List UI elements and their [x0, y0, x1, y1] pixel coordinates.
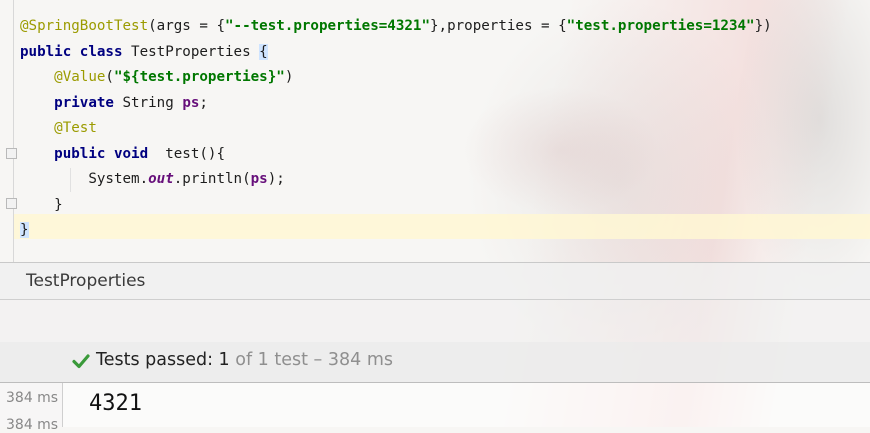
console-output-pane[interactable]: 4321 [63, 383, 870, 427]
code-token: ; [199, 94, 208, 111]
code-token: test(){ [156, 145, 226, 162]
code-editor[interactable]: @SpringBootTest(args = {"--test.properti… [0, 0, 870, 262]
code-line[interactable]: private String ps; [20, 91, 772, 117]
code-token: public class [20, 43, 132, 60]
code-token: "--test.properties=4321" [225, 18, 430, 34]
code-token: } [20, 196, 63, 213]
code-token: } [20, 222, 29, 238]
run-config-title[interactable]: TestProperties [26, 271, 145, 291]
code-token: "test.properties=1234" [566, 18, 755, 34]
tree-row-time[interactable]: 384 ms [6, 417, 58, 433]
status-label: Tests passed: [96, 350, 219, 370]
status-count: 1 [218, 350, 230, 370]
code-token: (args = { [148, 18, 225, 34]
code-token: System. [20, 171, 149, 187]
code-token: .println( [173, 171, 251, 187]
code-line[interactable]: } [20, 193, 772, 219]
code-token: @Value [54, 69, 106, 85]
code-token: { [259, 43, 268, 60]
test-status-bar: Tests passed: 1 of 1 test – 384 ms [0, 342, 870, 383]
code-token: TestProperties [131, 43, 260, 60]
code-line[interactable]: @Value("${test.properties}") [20, 65, 772, 91]
check-icon [72, 354, 90, 369]
code-token: "${test.properties}" [113, 69, 285, 85]
fold-marker-method-end[interactable] [6, 198, 17, 209]
code-token: ) [284, 69, 294, 85]
code-token: String [122, 94, 183, 111]
code-token: ); [267, 171, 285, 187]
code-line[interactable]: public class TestProperties { [20, 40, 772, 66]
code-token: out [148, 171, 174, 187]
run-toolbar [0, 300, 870, 342]
code-line[interactable]: @SpringBootTest(args = {"--test.properti… [20, 14, 772, 40]
code-token: ps [250, 171, 268, 187]
code-token: ( [105, 69, 114, 85]
test-tree[interactable]: 384 ms 384 ms [0, 383, 63, 433]
code-token: @SpringBootTest [20, 18, 149, 34]
code-token: ps [182, 94, 200, 111]
code-token: },properties = { [430, 18, 567, 34]
run-tool-window-header: TestProperties [0, 263, 870, 300]
code-token: @Test [54, 120, 97, 136]
code-token: private [54, 94, 123, 111]
code-token: }) [754, 18, 772, 34]
code-line[interactable]: } [20, 218, 772, 244]
code-line[interactable]: System.out.println(ps); [20, 167, 772, 193]
code-line[interactable]: @Test [20, 116, 772, 142]
tree-row-time[interactable]: 384 ms [6, 390, 58, 406]
console-output-text: 4321 [89, 391, 142, 416]
code-token: public void [54, 145, 157, 162]
fold-marker-method[interactable] [6, 148, 17, 159]
status-detail: of 1 test – 384 ms [229, 350, 393, 370]
code-line[interactable]: public void test(){ [20, 142, 772, 168]
code-lines: @SpringBootTest(args = {"--test.properti… [20, 14, 772, 244]
tests-passed-summary: Tests passed: 1 of 1 test – 384 ms [96, 350, 393, 370]
